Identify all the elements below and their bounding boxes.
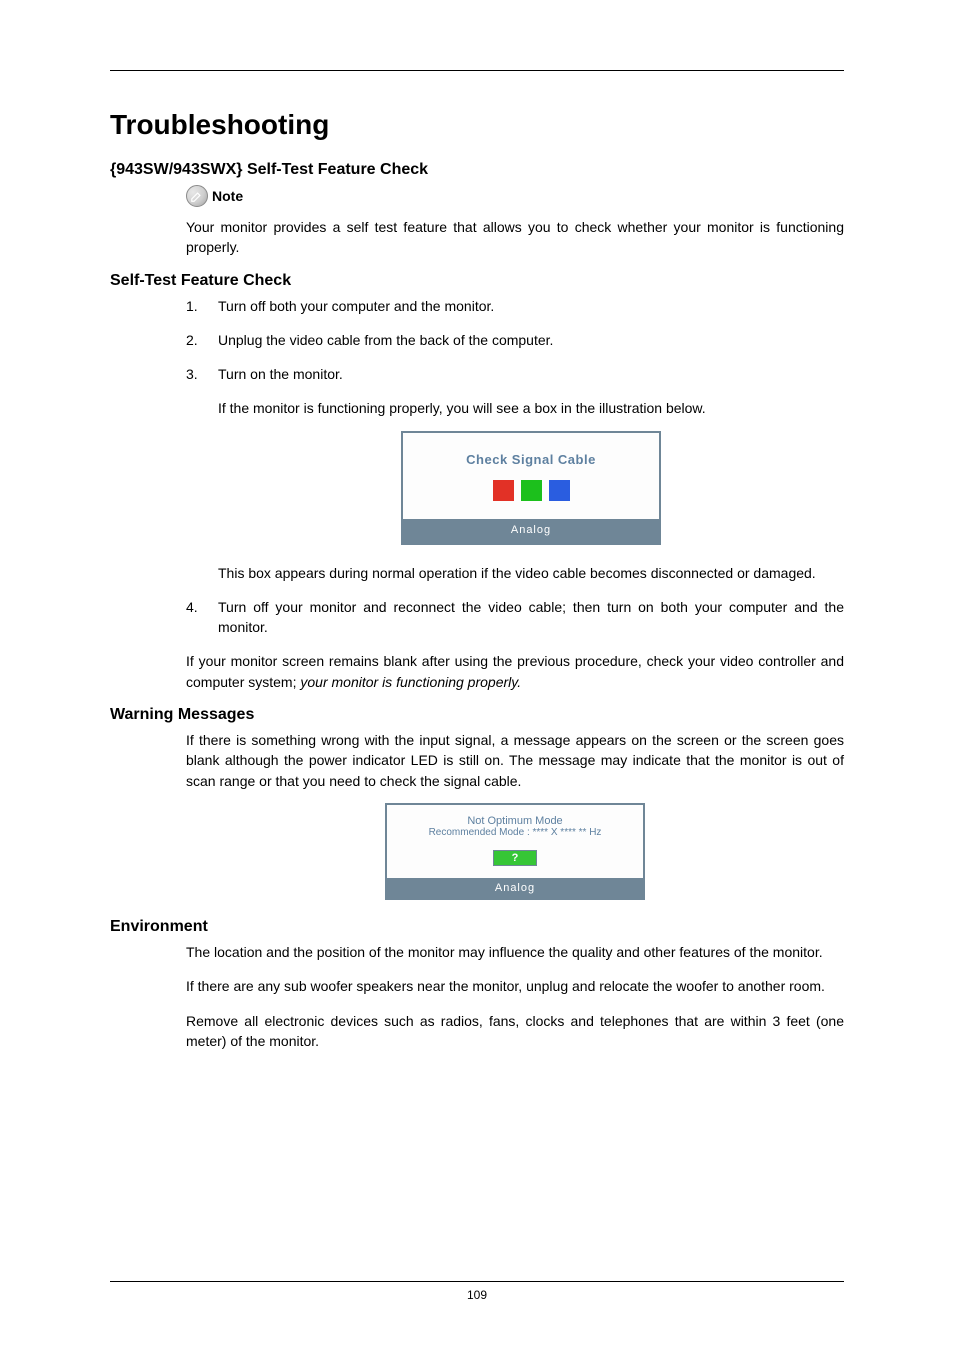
selftest-closing: If your monitor screen remains blank aft… [186, 651, 844, 692]
osd-box: Check Signal Cable Analog [401, 431, 661, 545]
list-item: 4. Turn off your monitor and reconnect t… [186, 597, 844, 638]
figure-check-signal: Check Signal Cable Analog [218, 431, 844, 545]
osd-footer: Analog [403, 519, 659, 543]
osd-title: Check Signal Cable [413, 451, 649, 470]
closing-italic: your monitor is functioning properly. [300, 674, 521, 690]
selftest-steps: 1. Turn off both your computer and the m… [186, 296, 844, 692]
document-page: Troubleshooting {943SW/943SWX} Self-Test… [0, 0, 954, 1350]
list-item: 2. Unplug the video cable from the back … [186, 330, 844, 350]
green-square-icon [521, 480, 542, 501]
environment-body: The location and the position of the mon… [186, 942, 844, 1051]
list-item: 3. Turn on the monitor. If the monitor i… [186, 364, 844, 583]
env-p3: Remove all electronic devices such as ra… [186, 1011, 844, 1052]
list-text: Turn on the monitor. [218, 364, 844, 384]
osd-inner: Check Signal Cable [403, 433, 659, 519]
section-heading-selftest: Self-Test Feature Check [110, 272, 844, 290]
page-title: Troubleshooting [110, 109, 844, 141]
osd-box: Not Optimum Mode Recommended Mode : ****… [385, 803, 645, 900]
osd-line1: Not Optimum Mode [395, 815, 635, 827]
list-text: Turn off both your computer and the moni… [218, 296, 844, 316]
note-icon [186, 185, 208, 207]
env-p2: If there are any sub woofer speakers nea… [186, 976, 844, 996]
list-item: 1. Turn off both your computer and the m… [186, 296, 844, 316]
ordered-list: 1. Turn off both your computer and the m… [186, 296, 844, 638]
section-heading-model: {943SW/943SWX} Self-Test Feature Check [110, 161, 844, 179]
page-footer: 109 [110, 1281, 844, 1302]
figure-not-optimum: Not Optimum Mode Recommended Mode : ****… [186, 803, 844, 900]
section-heading-warning: Warning Messages [110, 706, 844, 724]
note-label: Note [212, 188, 243, 204]
blue-square-icon [549, 480, 570, 501]
question-button-icon: ? [493, 850, 538, 866]
bottom-rule [110, 1281, 844, 1282]
top-rule [110, 70, 844, 71]
list-number: 4. [186, 597, 218, 638]
warning-text: If there is something wrong with the inp… [186, 730, 844, 791]
list-after-fig: This box appears during normal operation… [218, 563, 844, 583]
note-body: Your monitor provides a self test featur… [186, 217, 844, 258]
section-heading-environment: Environment [110, 918, 844, 936]
list-number: 1. [186, 296, 218, 316]
osd-line2: Recommended Mode : **** X **** ** Hz [395, 827, 635, 838]
note-text: Your monitor provides a self test featur… [186, 217, 844, 258]
note-row: Note [186, 185, 844, 207]
list-text: Turn off your monitor and reconnect the … [218, 597, 844, 638]
rgb-squares [413, 480, 649, 501]
warning-body: If there is something wrong with the inp… [186, 730, 844, 900]
page-number: 109 [110, 1288, 844, 1302]
list-number: 3. [186, 364, 218, 583]
osd-footer: Analog [387, 878, 643, 898]
list-text: Unplug the video cable from the back of … [218, 330, 844, 350]
list-body: Turn on the monitor. If the monitor is f… [218, 364, 844, 583]
osd-inner: Not Optimum Mode Recommended Mode : ****… [387, 805, 643, 878]
list-subtext: If the monitor is functioning properly, … [218, 398, 844, 418]
red-square-icon [493, 480, 514, 501]
list-number: 2. [186, 330, 218, 350]
pencil-icon [190, 189, 204, 203]
env-p1: The location and the position of the mon… [186, 942, 844, 962]
